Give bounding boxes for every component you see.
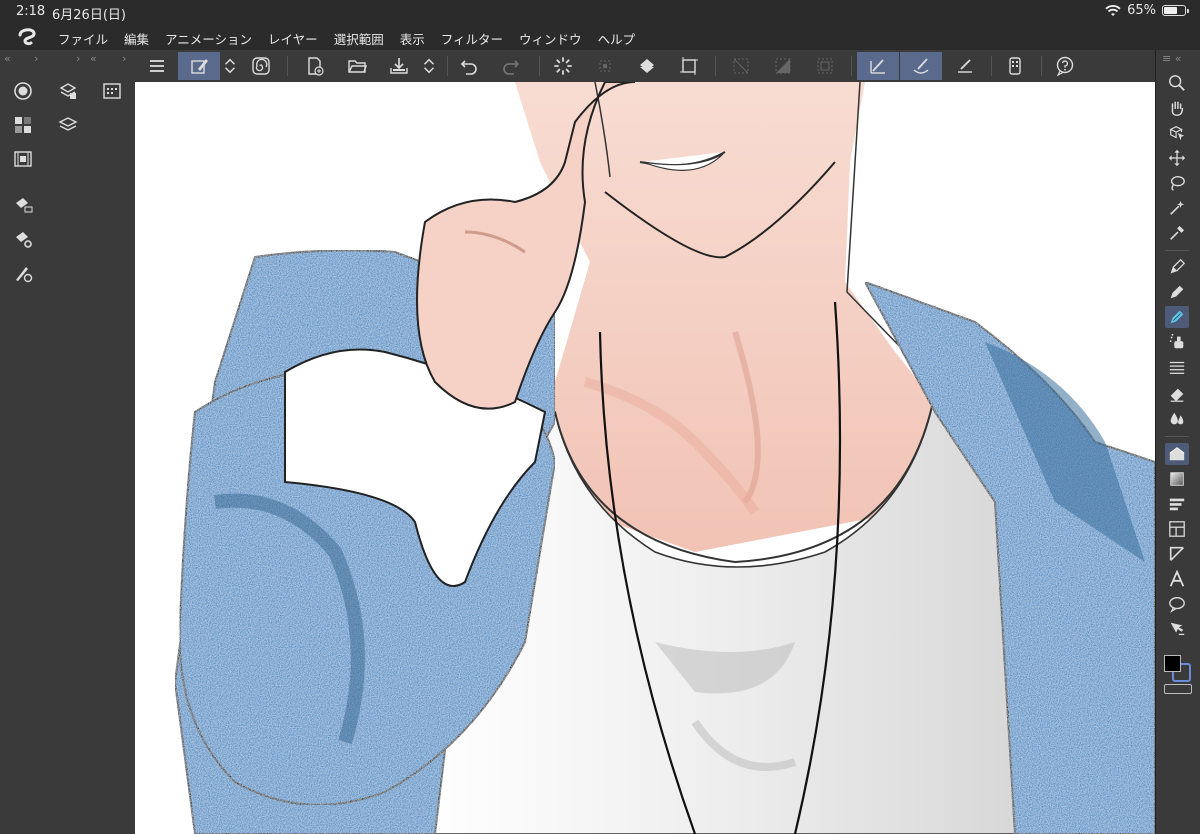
new-canvas-icon[interactable]	[301, 52, 329, 80]
collapse-left-chevron[interactable]: «	[4, 52, 11, 65]
expand-right-chevron[interactable]: ›	[34, 52, 39, 65]
status-right: 65%	[1105, 3, 1189, 18]
color-palette-icon[interactable]	[12, 114, 34, 136]
layer-icon[interactable]	[57, 114, 79, 136]
spiral-icon[interactable]	[247, 52, 275, 80]
menu-item-8[interactable]: ヘルプ	[598, 29, 636, 48]
brush-icon[interactable]	[1165, 306, 1189, 328]
transparent-color-swatch[interactable]	[1164, 684, 1192, 694]
undo-icon[interactable]	[455, 52, 483, 80]
battery-percent: 65%	[1127, 3, 1156, 18]
pen-correction-icon[interactable]	[857, 52, 899, 80]
pencil-icon[interactable]	[1165, 281, 1189, 303]
wifi-icon	[1105, 4, 1121, 16]
menu-item-2[interactable]: アニメーション	[165, 29, 252, 48]
foreground-color-swatch[interactable]	[1164, 655, 1181, 672]
select-all-icon[interactable]	[811, 52, 839, 80]
toolbar-separator-4	[715, 56, 716, 76]
eyedropper-icon[interactable]	[1165, 222, 1189, 244]
device-icon[interactable]	[1001, 52, 1029, 80]
battery-icon	[1162, 5, 1189, 16]
text-icon[interactable]	[1165, 568, 1189, 590]
open-folder-icon[interactable]	[343, 52, 371, 80]
command-bar	[135, 50, 1155, 83]
menu-item-3[interactable]: レイヤー	[268, 29, 318, 48]
frame-icon[interactable]	[1165, 518, 1189, 540]
toolbar-separator-7	[1041, 56, 1042, 76]
menu-item-5[interactable]: 表示	[400, 29, 425, 48]
contour-icon[interactable]	[1165, 493, 1189, 515]
status-date: 6月26日(日)	[52, 8, 126, 23]
move-icon[interactable]	[1165, 147, 1189, 169]
save-icon[interactable]	[385, 52, 413, 80]
up-down-icon-2[interactable]	[420, 52, 438, 80]
drawing-canvas[interactable]	[135, 82, 1155, 834]
status-bar: 2:18 6月26日(日) 65%	[0, 0, 1200, 24]
collapse-left-chevron-2[interactable]: «	[90, 52, 97, 65]
redo-icon[interactable]	[497, 52, 525, 80]
eraser-icon[interactable]	[1165, 383, 1189, 405]
toolbar-separator	[287, 56, 288, 76]
clip-studio-logo-icon[interactable]	[16, 26, 38, 48]
artwork	[173, 82, 1155, 834]
crop-icon[interactable]	[675, 52, 703, 80]
timeline-icon[interactable]	[12, 148, 34, 170]
object-icon[interactable]	[1165, 122, 1189, 144]
menu-bar: ファイル 編集 アニメーション レイヤー 選択範囲 表示 フィルター ウィンドウ ヘルプ	[0, 24, 1200, 50]
toolbar-separator-6	[991, 56, 992, 76]
blend-icon[interactable]	[1165, 408, 1189, 430]
layer-property-icon[interactable]	[57, 80, 79, 102]
menu-item-1[interactable]: 編集	[124, 29, 149, 48]
zoom-icon[interactable]	[1165, 72, 1189, 94]
up-down-icon[interactable]	[221, 52, 239, 80]
ruler-pen-icon[interactable]	[951, 52, 979, 80]
loading-icon[interactable]	[549, 52, 577, 80]
lasso-icon[interactable]	[1165, 172, 1189, 194]
toolbar-separator-2	[447, 56, 448, 76]
fill-icon[interactable]	[633, 52, 661, 80]
gradient-icon[interactable]	[1165, 468, 1189, 490]
menu-item-6[interactable]: フィルター	[441, 29, 503, 48]
pen-icon[interactable]	[1165, 256, 1189, 278]
menu-item-4[interactable]: 選択範囲	[334, 29, 384, 48]
menu-icon[interactable]	[143, 52, 171, 80]
fill-tool-icon[interactable]	[1165, 443, 1189, 465]
ruler-icon[interactable]	[1165, 543, 1189, 565]
tool-divider	[1165, 250, 1189, 251]
menu-items: ファイル 編集 アニメーション レイヤー 選択範囲 表示 フィルター ウィンドウ ヘルプ	[58, 29, 651, 48]
sub-view-icon[interactable]	[101, 80, 123, 102]
menu-item-0[interactable]: ファイル	[58, 29, 108, 48]
airbrush-icon[interactable]	[1165, 331, 1189, 353]
tool-divider-2	[1165, 436, 1189, 437]
magic-wand-icon[interactable]	[1165, 197, 1189, 219]
invert-selection-icon[interactable]	[769, 52, 797, 80]
transform-icon[interactable]	[591, 52, 619, 80]
brush-size-icon[interactable]	[12, 262, 34, 284]
stabilize-brush-icon[interactable]	[900, 52, 942, 80]
toolbar-separator-5	[851, 56, 852, 76]
draw-mode-icon[interactable]	[178, 52, 220, 80]
expand-right-chevron-3[interactable]: ›	[122, 52, 127, 65]
balloon-icon[interactable]	[1165, 593, 1189, 615]
navigator-icon[interactable]	[12, 80, 34, 102]
panel-grip-icon[interactable]: ≡ «	[1162, 52, 1181, 65]
hand-icon[interactable]	[1165, 97, 1189, 119]
left-panel: « › › « ›	[0, 50, 136, 834]
brush-material-icon[interactable]	[12, 194, 34, 216]
help-icon[interactable]	[1051, 52, 1079, 80]
status-time: 2:18	[16, 4, 46, 19]
menu-item-7[interactable]: ウィンドウ	[519, 29, 582, 48]
select-none-icon[interactable]	[727, 52, 755, 80]
decoration-icon[interactable]	[1165, 356, 1189, 378]
correct-line-icon[interactable]	[1165, 618, 1189, 640]
toolbar-separator-3	[539, 56, 540, 76]
expand-right-chevron-2[interactable]: ›	[76, 52, 81, 65]
battery-fill	[1164, 7, 1177, 14]
tool-settings-icon[interactable]	[12, 228, 34, 250]
